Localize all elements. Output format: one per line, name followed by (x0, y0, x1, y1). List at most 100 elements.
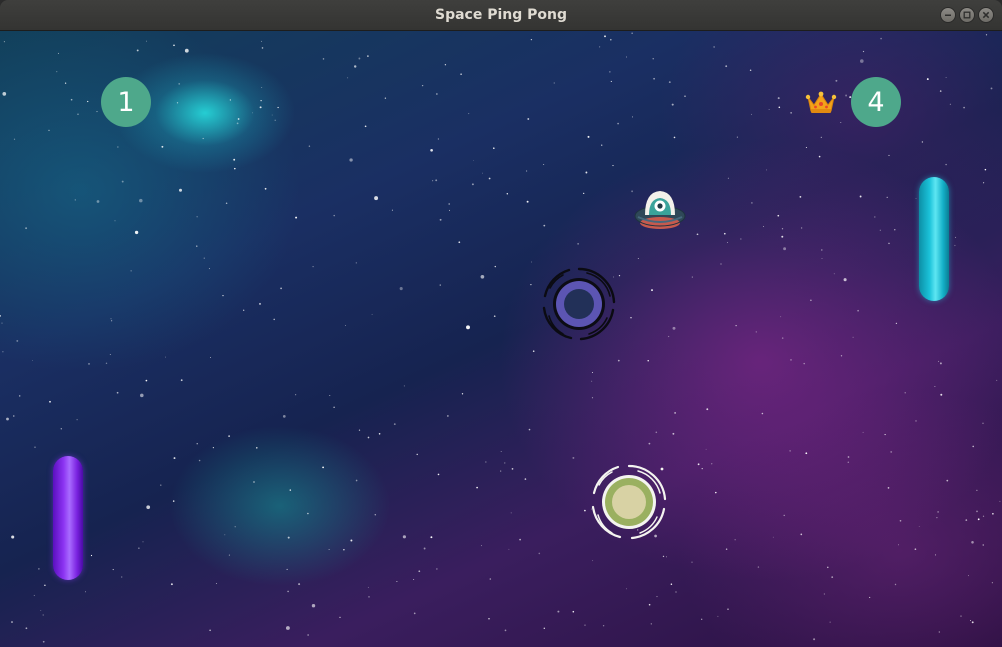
star (880, 37, 882, 40)
star (488, 177, 491, 180)
star (180, 379, 183, 382)
star (16, 339, 19, 342)
close-button[interactable] (978, 7, 994, 23)
star (954, 244, 956, 247)
star (780, 316, 782, 318)
star (74, 199, 76, 201)
star (651, 289, 653, 292)
star (915, 198, 917, 199)
star (936, 517, 938, 519)
star (790, 112, 792, 114)
star (751, 202, 753, 204)
star (592, 372, 593, 373)
star (367, 436, 370, 439)
star (413, 612, 416, 615)
star (949, 103, 951, 105)
window-controls (940, 7, 994, 23)
star (170, 583, 173, 586)
window-title: Space Ping Pong (434, 7, 567, 23)
star (264, 187, 267, 190)
star (890, 450, 893, 453)
star (287, 536, 290, 539)
star (781, 337, 784, 339)
star (504, 629, 507, 632)
star (333, 406, 335, 408)
star (173, 457, 176, 460)
star (500, 450, 502, 453)
game-canvas[interactable]: 1 4 (0, 31, 1002, 647)
star (601, 144, 603, 146)
star (946, 479, 949, 482)
maximize-button[interactable] (959, 7, 975, 23)
star (460, 73, 462, 75)
star (847, 456, 850, 458)
star (985, 34, 988, 36)
star (584, 624, 586, 626)
star (840, 121, 842, 123)
star (653, 77, 655, 80)
minimize-button[interactable] (940, 7, 956, 23)
star (256, 447, 258, 449)
star (772, 536, 774, 538)
star (727, 242, 728, 243)
star (447, 415, 449, 417)
star (617, 122, 619, 125)
star (553, 82, 555, 84)
star (261, 47, 264, 49)
star (209, 629, 211, 632)
star (894, 229, 896, 231)
star (937, 511, 939, 513)
title-bar[interactable]: Space Ping Pong (0, 0, 1002, 31)
star (805, 146, 807, 149)
star (134, 230, 139, 235)
star (196, 245, 198, 247)
star (508, 548, 510, 550)
star (273, 318, 275, 321)
star (524, 478, 527, 480)
star (617, 359, 620, 362)
star (473, 160, 474, 162)
star (130, 270, 132, 272)
star (715, 491, 717, 494)
left-paddle[interactable] (53, 456, 83, 580)
star (40, 610, 42, 611)
star (430, 148, 433, 152)
star (921, 141, 924, 143)
star (333, 214, 335, 217)
star (977, 518, 980, 521)
star (298, 583, 301, 586)
star (215, 582, 217, 584)
star (528, 428, 531, 431)
star (393, 423, 396, 425)
star (852, 336, 854, 338)
right-paddle[interactable] (919, 177, 949, 301)
star (136, 49, 139, 52)
star (237, 118, 240, 120)
star (648, 603, 651, 606)
game-window: Space Ping Pong 1 4 (0, 0, 1002, 647)
star (847, 461, 850, 464)
star (2, 351, 4, 353)
star (706, 408, 709, 411)
star (750, 113, 753, 115)
star (705, 448, 707, 450)
star (355, 262, 357, 264)
star (670, 583, 673, 586)
star (827, 566, 829, 569)
star (282, 415, 286, 418)
star (783, 247, 787, 251)
star (468, 113, 470, 115)
star (790, 359, 792, 361)
star (261, 87, 263, 89)
star (44, 584, 46, 587)
star (312, 265, 314, 268)
star (926, 78, 929, 81)
star (87, 100, 89, 103)
star (198, 459, 201, 462)
star (982, 515, 985, 517)
star (384, 97, 387, 99)
star (637, 258, 639, 259)
star (396, 581, 398, 582)
star (990, 87, 993, 90)
star (489, 578, 492, 580)
